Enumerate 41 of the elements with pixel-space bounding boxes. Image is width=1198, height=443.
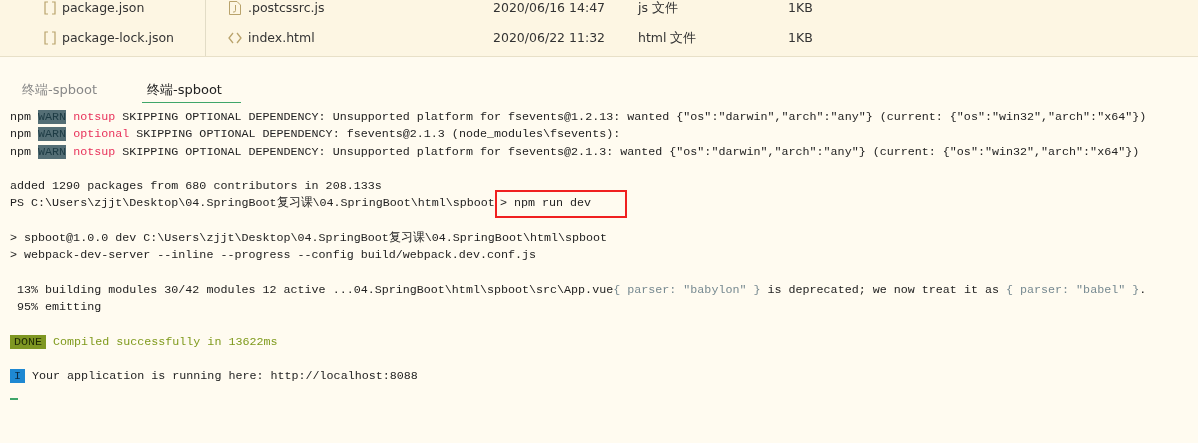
terminal-text: npm — [10, 127, 33, 142]
terminal-text: npm — [10, 144, 33, 159]
file-date: 2020/06/16 14:47 — [493, 0, 607, 17]
info-badge: I — [10, 369, 25, 384]
file-name[interactable]: package-lock.json — [62, 28, 175, 48]
terminal-text: Your application is running here: http://localhost:8088 — [31, 369, 418, 384]
file-type: js 文件 — [638, 0, 679, 17]
terminal-text: added 1290 packages from 680 contributors in 208.133s — [10, 179, 382, 194]
document-icon — [228, 0, 242, 16]
terminal-tab[interactable]: 终端-spboot — [22, 79, 102, 103]
parser-option: { parser: "babylon" } — [613, 282, 761, 297]
parser-option: { parser: "babel" } — [1005, 282, 1140, 297]
done-badge: DONE — [10, 334, 47, 349]
terminal-tab[interactable]: 终端-spboot — [142, 79, 241, 103]
warn-code: notsup — [73, 144, 116, 159]
terminal-text: npm — [10, 110, 33, 124]
terminal-text: SKIPPING OPTIONAL DEPENDENCY: Unsupported platform for fsevents@2.1.3: wanted {"os":"darwin","arch":"any"} (current: {"os":"win32","arch":"x64"}) — [121, 144, 1140, 159]
terminal-text: SKIPPING OPTIONAL DEPENDENCY: fsevents@2.1.3 (node_modules\fsevents): — [135, 127, 621, 142]
warn-code: notsup — [73, 110, 116, 124]
file-date: 2020/06/22 11:32 — [493, 28, 607, 47]
file-size: 1KB — [788, 0, 813, 17]
terminal-text: is deprecated; we now treat it as — [766, 282, 1000, 297]
terminal-text: 95% emitting — [16, 300, 102, 315]
warn-code: optional — [73, 127, 130, 142]
file-name[interactable]: .postcssrc.js — [248, 0, 493, 18]
file-name[interactable]: package.json — [62, 0, 145, 18]
file-name[interactable]: index.html — [248, 28, 493, 48]
code-icon — [228, 30, 242, 46]
success-message: Compiled successfully in 13622ms — [53, 334, 278, 349]
terminal-text: 13% building modules 30/42 modules 12 active ...04.SpringBoot\html\spboot\src\App.vue — [16, 282, 614, 297]
file-type: html 文件 — [638, 28, 698, 47]
brackets-icon — [44, 31, 56, 45]
terminal-text: SKIPPING OPTIONAL DEPENDENCY: Unsupported platform for fsevents@1.2.13: wanted {"os":"darwin","arch":"any"} (current: {"os":"win32","arch":"x64"}) — [121, 110, 1147, 124]
terminal-text: . — [1139, 282, 1147, 297]
highlighted-command: > npm run dev — [494, 190, 628, 218]
terminal-text: > webpack-dev-server --inline --progress --config build/webpack.dev.conf.js — [10, 248, 537, 263]
terminal-text: PS C:\Users\zjjt\Desktop\04.SpringBoot复习课\04.SpringBoot\html\spboot — [10, 196, 495, 211]
brackets-icon — [44, 1, 56, 15]
file-size: 1KB — [788, 28, 813, 47]
terminal-text: > spboot@1.0.0 dev C:\Users\zjjt\Desktop\04.SpringBoot复习课\04.SpringBoot\html\spboot — [10, 231, 608, 246]
terminal-cursor — [10, 398, 18, 400]
